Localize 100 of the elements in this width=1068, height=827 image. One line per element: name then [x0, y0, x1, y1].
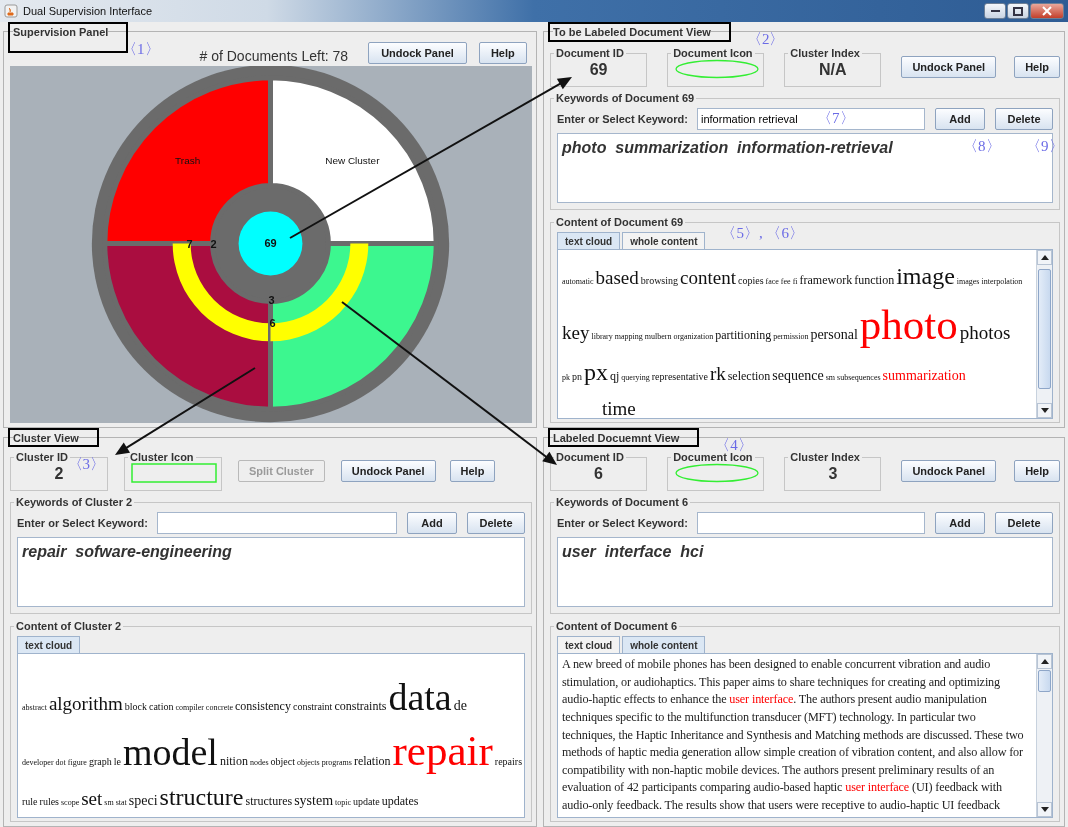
keyword-input[interactable] — [697, 512, 925, 535]
scroll-thumb[interactable] — [1038, 670, 1051, 693]
panel-button[interactable]: Help — [449, 460, 496, 482]
cloud-word[interactable]: compiler — [175, 704, 204, 713]
cloud-word[interactable]: partitioning — [715, 328, 772, 341]
scroll-up-button[interactable] — [1037, 250, 1052, 266]
cloud-word[interactable]: representative — [651, 372, 708, 383]
cloud-word[interactable]: summarization — [882, 369, 966, 384]
cloud-word[interactable]: qj — [610, 370, 620, 383]
cloud-word[interactable]: pn — [572, 372, 582, 383]
cloud-word[interactable]: cation — [149, 702, 174, 713]
undock-panel-button[interactable]: Undock Panel — [368, 42, 467, 64]
wheel-drawing[interactable] — [91, 66, 450, 423]
keyword-list[interactable]: user interface hci — [557, 537, 1053, 608]
cloud-word[interactable]: sm — [825, 374, 835, 383]
cloud-word[interactable]: personal — [810, 327, 858, 342]
cloud-word[interactable]: mulbern — [644, 332, 672, 341]
cloud-word[interactable]: photos — [959, 322, 1011, 342]
cloud-word[interactable]: content — [680, 268, 736, 288]
scrollbar[interactable] — [1036, 250, 1052, 418]
cloud-word[interactable]: function — [854, 274, 895, 287]
tab[interactable]: text cloud — [557, 232, 621, 250]
cloud-word[interactable]: dot — [55, 759, 66, 768]
add-button[interactable]: Add — [935, 108, 985, 131]
cloud-word[interactable]: key — [562, 322, 590, 342]
cloud-word[interactable]: scope — [61, 799, 80, 807]
cloud-word[interactable]: figure — [67, 759, 87, 768]
tab[interactable]: text cloud — [557, 636, 621, 654]
cloud-word[interactable]: constraints — [334, 700, 387, 713]
minimize-button[interactable] — [984, 3, 1006, 19]
scroll-thumb[interactable] — [1038, 269, 1051, 389]
cloud-word[interactable]: structures — [245, 795, 293, 807]
cloud-word[interactable]: le — [113, 757, 121, 768]
cloud-word[interactable]: model — [122, 733, 218, 772]
panel-button[interactable]: Undock Panel — [901, 56, 997, 78]
scrollbar[interactable] — [1036, 654, 1052, 817]
tab[interactable]: whole content — [622, 232, 706, 250]
cloud-word[interactable]: stat — [115, 799, 127, 807]
cloud-word[interactable]: system — [294, 794, 334, 808]
cloud-word[interactable]: permission — [773, 332, 809, 341]
cloud-word[interactable]: object — [270, 757, 295, 768]
keyword-list[interactable]: photo summarization information-retrieval 〈8〉 〈9〉 — [557, 133, 1053, 204]
cloud-word[interactable]: sequence — [772, 369, 824, 384]
cloud-word[interactable]: copies — [738, 276, 764, 287]
cloud-word[interactable]: de — [453, 699, 467, 714]
cloud-word[interactable]: abstract — [22, 704, 47, 713]
cloud-word[interactable]: automatic — [562, 278, 594, 287]
cloud-word[interactable]: selection — [727, 370, 771, 383]
cloud-word[interactable]: updates — [381, 795, 419, 807]
delete-button[interactable]: Delete — [995, 108, 1053, 131]
add-button[interactable]: Add — [407, 512, 457, 535]
cloud-word[interactable]: based — [595, 268, 639, 288]
scroll-up-button[interactable] — [1037, 654, 1052, 670]
cloud-word[interactable]: programs — [321, 759, 352, 768]
cloud-word[interactable]: library — [591, 332, 613, 341]
cloud-word[interactable]: images — [956, 278, 980, 287]
tab[interactable]: text cloud — [17, 636, 81, 654]
cloud-word[interactable]: rules — [39, 797, 59, 807]
cloud-word[interactable]: fee — [780, 278, 791, 287]
scroll-down-button[interactable] — [1037, 802, 1052, 817]
cloud-word[interactable]: block — [124, 702, 147, 713]
cloud-word[interactable]: objects — [297, 759, 320, 768]
maximize-button[interactable] — [1007, 3, 1029, 19]
cloud-word[interactable]: px — [584, 360, 608, 385]
cloud-word[interactable]: constraint — [292, 702, 333, 713]
cloud-word[interactable]: rule — [22, 797, 38, 807]
cloud-word[interactable]: browsing — [640, 276, 679, 287]
cloud-word[interactable]: nodes — [249, 759, 269, 768]
cloud-word[interactable]: time — [602, 398, 636, 418]
cloud-word[interactable]: querying — [621, 374, 650, 383]
cloud-word[interactable]: algorithm — [48, 694, 123, 714]
cloud-word[interactable]: speci — [128, 794, 158, 808]
cloud-word[interactable]: concrete — [205, 704, 233, 713]
cloud-word[interactable]: interpolation — [981, 278, 1023, 287]
keyword-input[interactable] — [157, 512, 397, 535]
cloud-word[interactable]: mapping — [614, 332, 643, 341]
close-button[interactable] — [1030, 3, 1064, 19]
cloud-word[interactable]: repairs — [494, 757, 523, 768]
cloud-word[interactable]: graph — [88, 757, 112, 768]
tab[interactable]: whole content — [622, 636, 706, 654]
panel-button[interactable]: Help — [1014, 56, 1060, 78]
add-button[interactable]: Add — [935, 512, 985, 535]
cloud-word[interactable]: photo — [859, 302, 958, 346]
scroll-down-button[interactable] — [1037, 403, 1052, 418]
cloud-word[interactable]: face — [765, 278, 779, 287]
cloud-word[interactable]: subsequences — [837, 374, 881, 383]
cloud-word[interactable]: update — [353, 797, 380, 807]
delete-button[interactable]: Delete — [467, 512, 525, 535]
panel-button[interactable]: Undock Panel — [340, 460, 436, 482]
delete-button[interactable]: Delete — [995, 512, 1053, 535]
cloud-word[interactable]: topic — [335, 799, 352, 807]
cloud-word[interactable]: framework — [799, 274, 853, 287]
cloud-word[interactable]: organization — [673, 332, 714, 341]
cloud-word[interactable]: structure — [159, 785, 244, 809]
cloud-word[interactable]: data — [388, 678, 452, 717]
help-button[interactable]: Help — [478, 42, 527, 64]
cloud-word[interactable]: image — [896, 264, 955, 289]
cloud-word[interactable]: fi — [792, 278, 798, 287]
cloud-word[interactable]: nition — [219, 755, 248, 768]
cloud-word[interactable]: set — [81, 789, 103, 808]
